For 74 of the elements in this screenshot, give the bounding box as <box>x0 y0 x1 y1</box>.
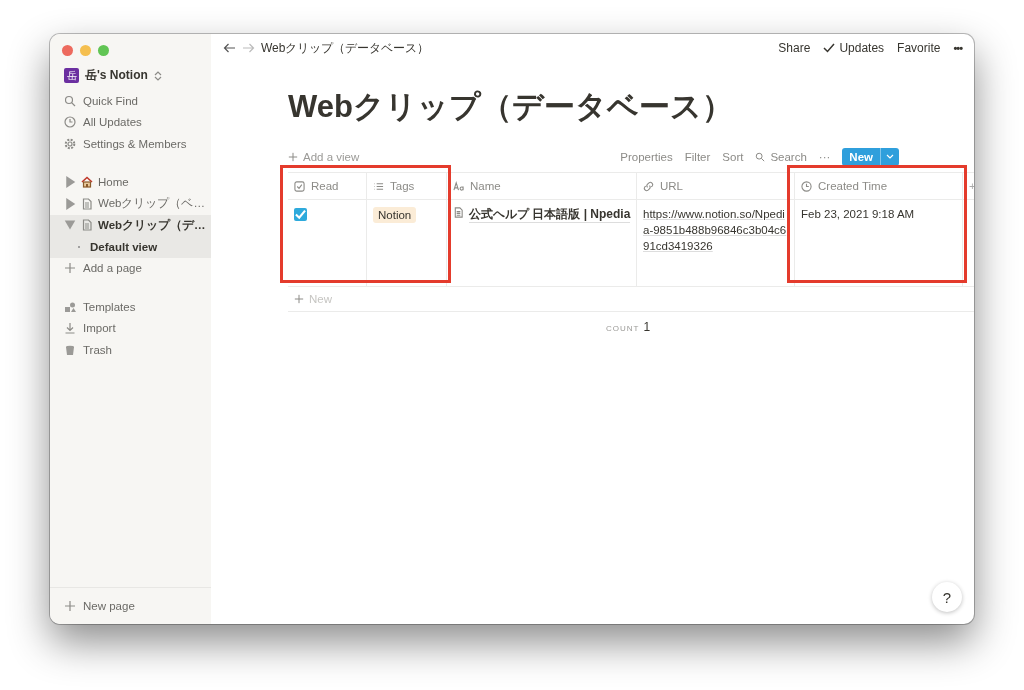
workspace-icon: 岳 <box>64 68 79 83</box>
check-icon <box>294 208 307 221</box>
gear-icon <box>64 137 76 150</box>
count-label: COUNT <box>605 324 640 333</box>
column-label: URL <box>660 180 683 192</box>
trash-icon <box>64 343 76 356</box>
link-icon <box>643 180 654 192</box>
search-icon <box>755 152 766 162</box>
toolbar-button[interactable]: Filter <box>684 151 711 163</box>
topbar-button[interactable]: Updates <box>823 41 885 55</box>
check-icon <box>823 43 836 53</box>
plus-icon <box>288 152 298 162</box>
column-header[interactable]: URL <box>637 173 795 200</box>
table-cell: Feb 23, 2021 9:18 AM <box>801 208 915 220</box>
checkbox-icon <box>294 180 305 192</box>
caret-icon <box>886 154 894 160</box>
page-title: Webクリップ（データベース） <box>288 88 734 126</box>
forward-arrow-icon <box>242 42 255 54</box>
column-label: Name <box>470 180 501 192</box>
sidebar-page[interactable]: Webクリップ（デ… <box>50 214 211 236</box>
sidebar-page[interactable]: Webクリップ（ベ… <box>50 193 211 215</box>
search-button[interactable]: Search <box>755 151 807 163</box>
column-header[interactable]: Name <box>447 173 637 200</box>
workspace-switcher[interactable]: 岳 岳's Notion <box>50 65 211 90</box>
checkbox[interactable] <box>294 208 307 221</box>
sidebar-item[interactable]: All Updates <box>50 111 211 133</box>
page-link[interactable]: 公式ヘルプ 日本語版 | Npedia <box>469 206 631 223</box>
sidebar-item[interactable]: Trash <box>50 339 211 361</box>
column-label: Tags <box>390 180 415 192</box>
text-icon <box>453 180 464 192</box>
tag: Notion <box>373 207 417 223</box>
column-header[interactable]: Created Time <box>795 173 963 200</box>
column-label: Read <box>311 180 339 192</box>
column-header[interactable]: Read <box>288 173 367 200</box>
toolbar-button[interactable]: Sort <box>722 151 744 163</box>
list-icon <box>373 180 384 192</box>
sidebar-item[interactable]: Quick Find <box>50 90 211 112</box>
topbar-button[interactable]: Favorite <box>897 41 941 55</box>
sidebar-item[interactable]: Settings & Members <box>50 133 211 155</box>
new-button[interactable]: New <box>842 148 899 166</box>
more-button[interactable]: ··· <box>818 151 831 163</box>
add-page-button[interactable]: Add a page <box>50 257 211 279</box>
house-icon <box>81 176 93 189</box>
window-control-button[interactable] <box>80 45 91 56</box>
back-arrow-icon <box>223 42 236 54</box>
help-button[interactable]: ? <box>932 582 962 612</box>
sidebar-item[interactable]: Import <box>50 317 211 339</box>
window-control-button[interactable] <box>98 45 109 56</box>
document-icon <box>81 197 93 210</box>
toolbar-button[interactable]: Properties <box>620 151 673 163</box>
plus-icon <box>64 262 76 275</box>
new-page-button[interactable]: New page <box>50 587 211 624</box>
sidebar-item[interactable]: Templates <box>50 296 211 318</box>
add-view-button[interactable]: Add a view <box>288 151 360 163</box>
more-button[interactable]: ••• <box>953 42 962 54</box>
document-icon <box>81 219 93 232</box>
count-value: 1 <box>643 320 651 334</box>
sidebar-subitem[interactable]: Default view <box>50 236 211 258</box>
column-label: Created Time <box>818 180 888 192</box>
plus-icon <box>294 294 304 304</box>
window-control-button[interactable] <box>62 45 73 56</box>
topbar-button[interactable]: Share <box>778 41 811 55</box>
document-icon <box>453 206 464 219</box>
updown-icon <box>153 70 162 81</box>
url-link[interactable]: https://www.notion.so/Npedia-9851b488b96846c3b04c691cd3419326 <box>643 206 788 254</box>
breadcrumb-link[interactable]: Webクリップ（データベース） <box>261 39 430 57</box>
sidebar-page[interactable]: Home <box>50 171 211 193</box>
download-icon <box>64 322 76 335</box>
plus-icon <box>64 600 76 612</box>
clock-icon <box>801 180 812 192</box>
clock-icon <box>64 116 76 129</box>
shapes-icon <box>64 300 76 313</box>
search-icon <box>64 94 76 107</box>
column-header[interactable]: Tags <box>367 173 447 200</box>
